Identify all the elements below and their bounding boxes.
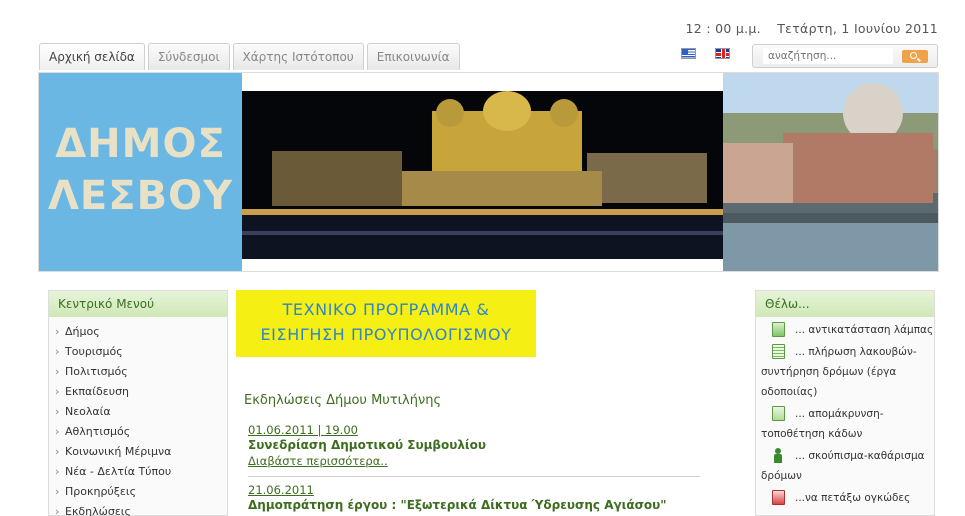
- sweeper-icon: [772, 448, 785, 463]
- document-icon: [772, 344, 785, 359]
- municipality-logo[interactable]: ΔΗΜΟΣ ΛΕΣΒΟΥ: [39, 73, 242, 271]
- menu-item-culture[interactable]: Πολιτισμός: [49, 362, 227, 382]
- menu-item-sports[interactable]: Αθλητισμός: [49, 422, 227, 442]
- main-menu-title: Κεντρικό Μενού: [49, 291, 227, 317]
- i-want-item-bulky[interactable]: ...να πετάξω ογκώδες: [756, 488, 934, 508]
- night-harbour-illustration: [242, 91, 723, 259]
- lamp-icon: [772, 322, 785, 337]
- events-divider: [248, 476, 700, 477]
- current-date: Τετάρτη, 1 Ιουνίου 2011: [777, 21, 938, 36]
- i-want-item-lamp[interactable]: ... αντικατάσταση λάμπας: [756, 320, 934, 340]
- menu-item-news[interactable]: Νέα - Δελτία Τύπου: [49, 462, 227, 482]
- event-item: 01.06.2011 | 19.00 Συνεδρίαση Δημοτικού …: [248, 423, 702, 469]
- day-harbour-illustration: [723, 83, 938, 271]
- day-harbour-photo: [723, 73, 938, 271]
- i-want-item-road-repair[interactable]: ... πλήρωση λακουβών-συντήρηση δρόμων (έ…: [756, 342, 934, 402]
- i-want-item-bins[interactable]: ... απομάκρυνση-τοποθέτηση κάδων: [756, 404, 934, 444]
- i-want-item-label: ... αντικατάσταση λάμπας: [795, 324, 934, 336]
- technical-program-banner[interactable]: ΤΕΧΝΙΚΟ ΠΡΟΓΡΑΜΜΑ & ΕΙΣΗΓΗΣΗ ΠΡΟΥΠΟΛΟΓΙΣ…: [236, 290, 536, 357]
- event-headline: Συνεδρίαση Δημοτικού Συμβουλίου: [248, 438, 486, 452]
- promo-line2: ΕΙΣΗΓΗΣΗ ΠΡΟΥΠΟΛΟΓΙΣΜΟΥ: [260, 325, 512, 344]
- header-banner: ΔΗΜΟΣ ΛΕΣΒΟΥ: [38, 72, 939, 272]
- bin-icon: [772, 406, 785, 421]
- menu-item-announcements[interactable]: Προκηρύξεις: [49, 482, 227, 502]
- main-menu-panel: Κεντρικό Μενού Δήμος Τουρισμός Πολιτισμό…: [48, 290, 228, 516]
- search-button[interactable]: [902, 50, 928, 63]
- flag-uk-icon[interactable]: [715, 48, 730, 59]
- flag-gr-icon[interactable]: [681, 48, 696, 59]
- i-want-item-sweeping[interactable]: ... σκούπισμα-καθάρισμα δρόμων: [756, 446, 934, 486]
- events-title: Εκδηλώσεις Δήμου Μυτιλήνης: [244, 393, 442, 408]
- main-menu-list: Δήμος Τουρισμός Πολιτισμός Εκπαίδευση Νε…: [49, 317, 227, 516]
- current-time: 12 : 00 μ.μ.: [685, 21, 761, 36]
- i-want-panel: Θέλω... ... αντικατάσταση λάμπας ... πλή…: [755, 290, 935, 516]
- event-date-link[interactable]: 21.06.2011: [248, 483, 702, 498]
- tab-sitemap[interactable]: Χάρτης Ιστότοπου: [232, 43, 364, 70]
- menu-item-events[interactable]: Εκδηλώσεις: [49, 502, 227, 516]
- i-want-title: Θέλω...: [756, 291, 934, 317]
- menu-item-youth[interactable]: Νεολαία: [49, 402, 227, 422]
- tab-home[interactable]: Αρχική σελίδα: [39, 43, 145, 70]
- tab-links[interactable]: Σύνδεσμοι: [147, 43, 230, 70]
- logo-text-line1: ΔΗΜΟΣ: [55, 121, 226, 167]
- promo-line1: ΤΕΧΝΙΚΟ ΠΡΟΓΡΑΜΜΑ &: [282, 300, 490, 319]
- i-want-item-label: ... σκούπισμα-καθάρισμα δρόμων: [761, 450, 925, 482]
- top-nav-tabs: Αρχική σελίδα Σύνδεσμοι Χάρτης Ιστότοπου…: [39, 43, 460, 70]
- night-harbour-photo: [242, 91, 723, 259]
- event-headline: Δημοπράτηση έργου : "Εξωτερικά Δίκτυα Ύδ…: [248, 498, 667, 512]
- search-box: [752, 44, 938, 68]
- i-want-list: ... αντικατάσταση λάμπας ... πλήρωση λακ…: [756, 317, 934, 508]
- menu-item-education[interactable]: Εκπαίδευση: [49, 382, 227, 402]
- search-input[interactable]: [763, 48, 893, 64]
- date-time: 12 : 00 μ.μ. Τετάρτη, 1 Ιουνίου 2011: [686, 21, 938, 36]
- tab-contact[interactable]: Επικοινωνία: [366, 43, 460, 70]
- i-want-item-label: ...να πετάξω ογκώδες: [795, 492, 911, 504]
- menu-item-tourism[interactable]: Τουρισμός: [49, 342, 227, 362]
- menu-item-municipality[interactable]: Δήμος: [49, 322, 227, 342]
- event-item: 21.06.2011 Δημοπράτηση έργου : "Εξωτερικ…: [248, 483, 702, 514]
- bulky-items-icon: [772, 490, 785, 505]
- menu-item-social-care[interactable]: Κοινωνική Μέριμνα: [49, 442, 227, 462]
- event-date-link[interactable]: 01.06.2011 | 19.00: [248, 423, 702, 438]
- logo-text-line2: ΛΕΣΒΟΥ: [47, 173, 234, 219]
- read-more-link[interactable]: Διαβάστε περισσότερα..: [248, 454, 702, 469]
